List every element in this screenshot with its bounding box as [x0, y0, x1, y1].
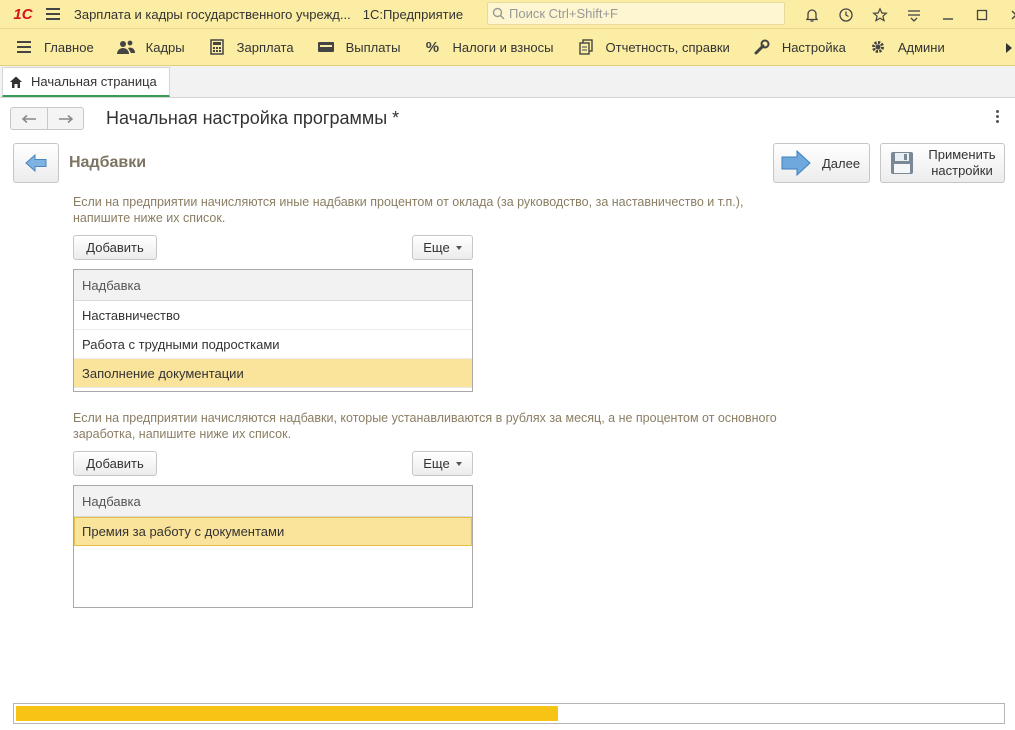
section-settings[interactable]: Настройка: [740, 29, 856, 65]
section-salary[interactable]: Зарплата: [195, 29, 304, 65]
section-taxes[interactable]: % Налоги и взносы: [410, 29, 563, 65]
tab-home-label: Начальная страница: [31, 74, 157, 89]
table-row[interactable]: Наставничество: [74, 301, 472, 330]
column-header-allowance[interactable]: Надбавка: [74, 270, 472, 301]
section-settings-label: Настройка: [781, 39, 846, 55]
fixed-allowances-more-button[interactable]: Еще: [412, 451, 473, 476]
app-logo: 1С: [13, 5, 33, 23]
title-bar: 1С Зарплата и кадры государственного учр…: [0, 0, 1015, 29]
section-reports[interactable]: Отчетность, справки: [564, 29, 740, 65]
apply-settings-button[interactable]: Применить настройки: [880, 143, 1005, 183]
open-windows-bar: Начальная страница: [0, 66, 1015, 98]
search-input[interactable]: Поиск Ctrl+Shift+F: [487, 2, 785, 25]
calculator-icon: [207, 38, 227, 56]
sections-panel: Главное Кадры Зарплата Выплаты % Налоги …: [0, 29, 1015, 66]
percent-allowances-more-button[interactable]: Еще: [412, 235, 473, 260]
next-button[interactable]: Далее: [773, 143, 870, 183]
more-label: Еще: [423, 456, 450, 471]
window-title: Зарплата и кадры государственного учрежд…: [74, 6, 351, 22]
section-main-label: Главное: [44, 39, 94, 55]
search-icon: [492, 7, 505, 20]
step-title: Надбавки: [69, 154, 147, 171]
apply-settings-label: Применить настройки: [927, 147, 997, 179]
gear-icon: [868, 38, 888, 56]
fixed-allowances-table: Надбавка Премия за работу с документами: [73, 485, 473, 608]
progress-fill: [16, 706, 558, 721]
close-icon[interactable]: [999, 0, 1015, 29]
column-header-allowance[interactable]: Надбавка: [74, 486, 472, 517]
form-title: Начальная настройка программы *: [106, 108, 400, 128]
floppy-disk-icon: [891, 152, 913, 174]
chevron-down-icon: [455, 461, 462, 466]
percent-allowances-table: Надбавка Наставничество Работа с трудным…: [73, 269, 473, 392]
more-actions-icon[interactable]: [993, 110, 1001, 126]
setup-progress-bar: [13, 703, 1005, 724]
percent-allowances-hint: Если на предприятии начисляются иные над…: [73, 195, 744, 225]
sections-scroll-right-icon[interactable]: [1004, 40, 1014, 56]
apply-label-line2: настройки: [931, 163, 993, 178]
back-arrow-icon[interactable]: [11, 108, 47, 129]
bell-icon[interactable]: [795, 0, 829, 29]
history-icon[interactable]: [829, 0, 863, 29]
add-fixed-allowance-button[interactable]: Добавить: [73, 451, 157, 476]
wrench-icon: [752, 38, 772, 56]
next-button-label: Далее: [822, 155, 861, 171]
section-admin[interactable]: Админи: [856, 29, 955, 65]
hamburger-icon: [14, 38, 34, 56]
tab-home-page[interactable]: Начальная страница: [2, 67, 170, 97]
chevron-down-icon: [455, 245, 462, 250]
previous-step-button[interactable]: [13, 143, 59, 183]
section-hr-label: Кадры: [145, 39, 185, 55]
section-payments-label: Выплаты: [345, 39, 401, 55]
fixed-allowances-hint: Если на предприятии начисляются надбавки…: [73, 411, 777, 441]
left-arrow-icon: [25, 153, 47, 173]
section-salary-label: Зарплата: [236, 39, 294, 55]
history-navigation: [10, 107, 84, 130]
more-label: Еще: [423, 240, 450, 255]
people-icon: [116, 38, 136, 56]
maximize-icon[interactable]: [965, 0, 999, 29]
right-arrow-icon: [781, 149, 811, 177]
main-menu-icon[interactable]: [40, 0, 66, 29]
section-taxes-label: Налоги и взносы: [452, 39, 554, 55]
table-row[interactable]: Премия за работу с документами: [74, 517, 472, 546]
search-placeholder: Поиск Ctrl+Shift+F: [509, 6, 618, 21]
forward-arrow-icon[interactable]: [47, 108, 83, 129]
section-hr[interactable]: Кадры: [104, 29, 195, 65]
documents-icon: [576, 38, 596, 56]
platform-name: 1С:Предприятие: [362, 6, 464, 22]
table-row[interactable]: Заполнение документации: [74, 359, 472, 388]
star-icon[interactable]: [863, 0, 897, 29]
section-main[interactable]: Главное: [0, 29, 104, 65]
add-percent-allowance-button[interactable]: Добавить: [73, 235, 157, 260]
section-payments[interactable]: Выплаты: [304, 29, 411, 65]
menu-dropdown-icon[interactable]: [897, 0, 931, 29]
section-reports-label: Отчетность, справки: [605, 39, 730, 55]
apply-label-line1: Применить: [928, 147, 996, 162]
section-admin-label: Админи: [897, 39, 945, 55]
table-row[interactable]: Работа с трудными подростками: [74, 330, 472, 359]
percent-icon: %: [425, 38, 440, 56]
wallet-icon: [316, 38, 336, 56]
home-icon: [10, 76, 22, 88]
minimize-icon[interactable]: [931, 0, 965, 29]
